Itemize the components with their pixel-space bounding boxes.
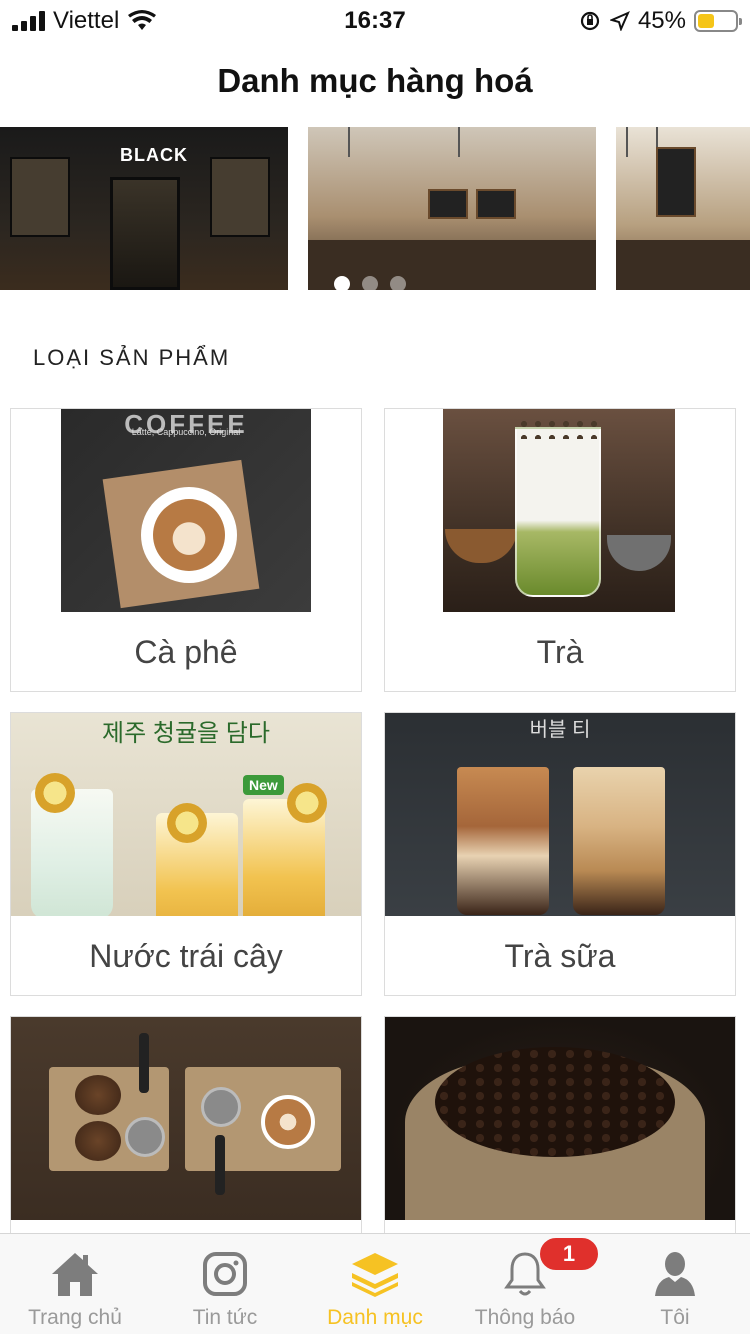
bubble-milk-tea-image: 버블 티 bbox=[385, 713, 735, 916]
carousel-dots[interactable] bbox=[334, 276, 406, 292]
category-card-milk-tea[interactable]: 버블 티 Trà sữa bbox=[384, 712, 736, 996]
juice-image: 제주 청귤을 담다 New bbox=[11, 713, 361, 916]
section-title: LOẠI SẢN PHẨM bbox=[33, 345, 231, 370]
layers-icon bbox=[349, 1248, 401, 1300]
pendant-lamp bbox=[458, 127, 460, 157]
coffee-beans-pile bbox=[75, 1121, 121, 1161]
carousel-dot[interactable] bbox=[334, 276, 350, 292]
tab-home[interactable]: Trang chủ bbox=[0, 1234, 150, 1334]
carousel-slide[interactable]: BLACK bbox=[0, 127, 288, 290]
matcha-tea-image bbox=[385, 409, 735, 612]
milk-tea-glass bbox=[457, 767, 549, 915]
instagram-icon bbox=[199, 1248, 251, 1300]
portafilter-handle bbox=[215, 1135, 225, 1195]
coffee-poster-image: COFFEE Latte, Cappuccino, Original bbox=[11, 409, 361, 612]
battery-percent: 45% bbox=[637, 7, 686, 34]
category-card-coffee[interactable]: COFFEE Latte, Cappuccino, Original Cà ph… bbox=[10, 408, 362, 692]
menu-board bbox=[656, 147, 696, 217]
menu-board bbox=[428, 189, 468, 219]
status-left: Viettel bbox=[12, 7, 157, 35]
coffee-poster: COFFEE Latte, Cappuccino, Original bbox=[61, 409, 311, 612]
signal-icon bbox=[12, 11, 45, 31]
carousel-slide[interactable] bbox=[308, 127, 596, 290]
orange-slice bbox=[287, 783, 327, 823]
tab-label: Tôi bbox=[660, 1306, 690, 1329]
menu-board bbox=[476, 189, 516, 219]
tab-news[interactable]: Tin tức bbox=[150, 1234, 300, 1334]
latte-art bbox=[153, 499, 225, 571]
portafilter bbox=[125, 1117, 165, 1157]
tab-label: Danh mục bbox=[327, 1306, 423, 1329]
portafilter bbox=[201, 1087, 241, 1127]
new-badge: New bbox=[243, 775, 284, 795]
tab-category[interactable]: Danh mục bbox=[300, 1234, 450, 1334]
coffee-beans bbox=[435, 1047, 675, 1157]
carousel-slide[interactable] bbox=[616, 127, 750, 290]
tea-glass bbox=[515, 427, 601, 597]
carousel-dot[interactable] bbox=[362, 276, 378, 292]
coffee-tools-image bbox=[11, 1017, 361, 1220]
latte-cup bbox=[261, 1095, 315, 1149]
notification-badge: 1 bbox=[538, 1236, 600, 1272]
wifi-icon bbox=[128, 10, 157, 30]
category-label: Cà phê bbox=[134, 633, 238, 670]
category-label: Trà sữa bbox=[504, 937, 616, 974]
poster-subtitle: Latte, Cappuccino, Original bbox=[131, 427, 241, 437]
category-label: Nước trái cây bbox=[89, 937, 283, 974]
status-right: 45% bbox=[578, 7, 742, 35]
banner-carousel[interactable]: BLACK bbox=[0, 127, 750, 290]
orange-slice bbox=[167, 803, 207, 843]
pendant-lamp bbox=[348, 127, 350, 157]
carousel-dot[interactable] bbox=[390, 276, 406, 292]
coffee-counter bbox=[616, 240, 750, 290]
tab-notifications[interactable]: 1 Thông báo bbox=[450, 1234, 600, 1334]
coffee-grounds bbox=[75, 1075, 121, 1115]
carrier-name: Viettel bbox=[53, 7, 120, 34]
tab-label: Thông báo bbox=[474, 1306, 576, 1329]
coffee-beans-image bbox=[385, 1017, 735, 1220]
status-bar: Viettel 16:37 45% bbox=[0, 0, 750, 42]
boba-topping bbox=[517, 417, 599, 439]
pendant-lamp bbox=[626, 127, 628, 157]
tab-bar: Trang chủ Tin tức Danh mục 1 Thông báo T… bbox=[0, 1233, 750, 1334]
shop-window bbox=[10, 157, 70, 237]
tamper-handle bbox=[139, 1033, 149, 1093]
juice-banner: 제주 청귤을 담다 bbox=[102, 720, 270, 747]
shop-sign: BLACK bbox=[120, 145, 188, 165]
battery-icon bbox=[694, 10, 742, 32]
tab-label: Trang chủ bbox=[28, 1306, 122, 1329]
location-arrow-icon bbox=[609, 11, 630, 31]
home-icon bbox=[49, 1248, 101, 1300]
milk-tea-banner: 버블 티 bbox=[529, 719, 591, 741]
milk-tea-glass bbox=[573, 767, 665, 915]
tab-label: Tin tức bbox=[192, 1306, 258, 1329]
orange-slice bbox=[35, 773, 75, 813]
orientation-lock-icon bbox=[580, 11, 600, 31]
page-title: Danh mục hàng hoá bbox=[217, 62, 533, 99]
shop-window bbox=[210, 157, 270, 237]
category-card-juice[interactable]: 제주 청귤을 담다 New Nước trái cây bbox=[10, 712, 362, 996]
user-icon bbox=[649, 1248, 701, 1300]
shop-door bbox=[110, 177, 180, 290]
battery-fill bbox=[698, 14, 715, 28]
tab-profile[interactable]: Tôi bbox=[600, 1234, 750, 1334]
category-card-tea[interactable]: Trà bbox=[384, 408, 736, 692]
category-label: Trà bbox=[536, 633, 584, 670]
